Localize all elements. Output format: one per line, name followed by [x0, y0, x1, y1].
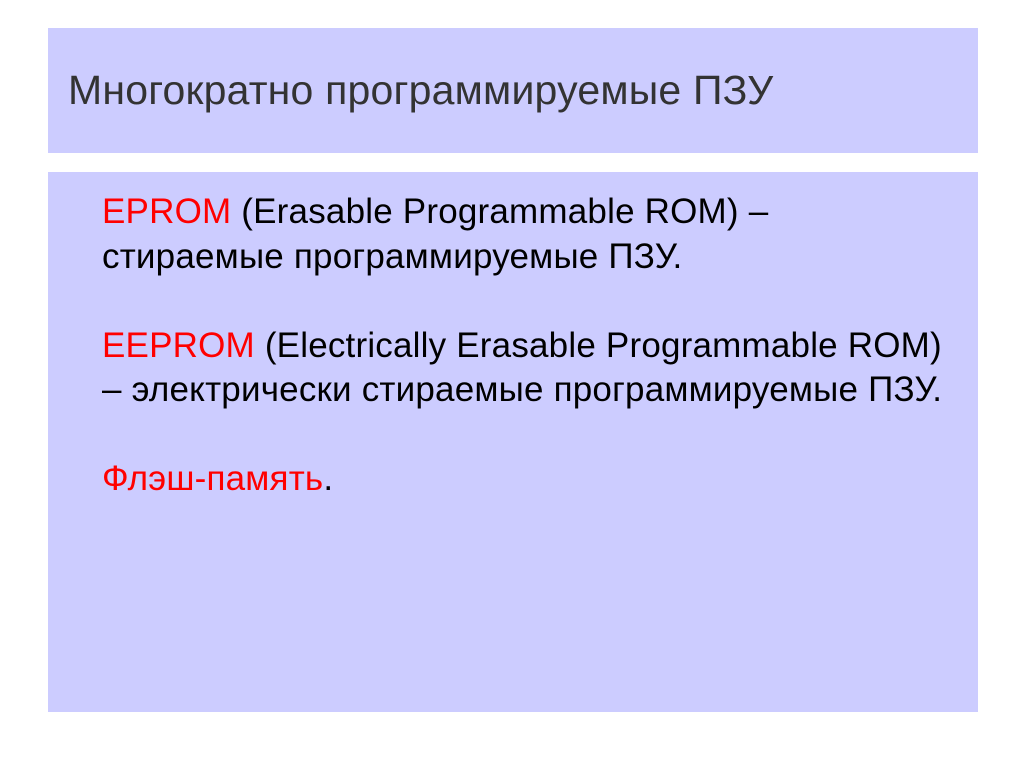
- title-panel: Многократно программируемые ПЗУ: [48, 28, 978, 153]
- term-description: .: [323, 459, 333, 498]
- term-highlight: Флэш-память: [102, 459, 323, 498]
- term-highlight: EEPROM: [102, 326, 255, 365]
- list-item: EEPROM (Electrically Erasable Programmab…: [102, 324, 950, 414]
- list-item: Флэш-память.: [102, 457, 950, 502]
- list-item: EPROM (Erasable Programmable ROM) – стир…: [102, 190, 950, 280]
- slide: Многократно программируемые ПЗУ EPROM (E…: [0, 0, 1024, 768]
- slide-title: Многократно программируемые ПЗУ: [48, 67, 773, 114]
- term-highlight: EPROM: [102, 192, 231, 231]
- body-panel: EPROM (Erasable Programmable ROM) – стир…: [48, 172, 978, 712]
